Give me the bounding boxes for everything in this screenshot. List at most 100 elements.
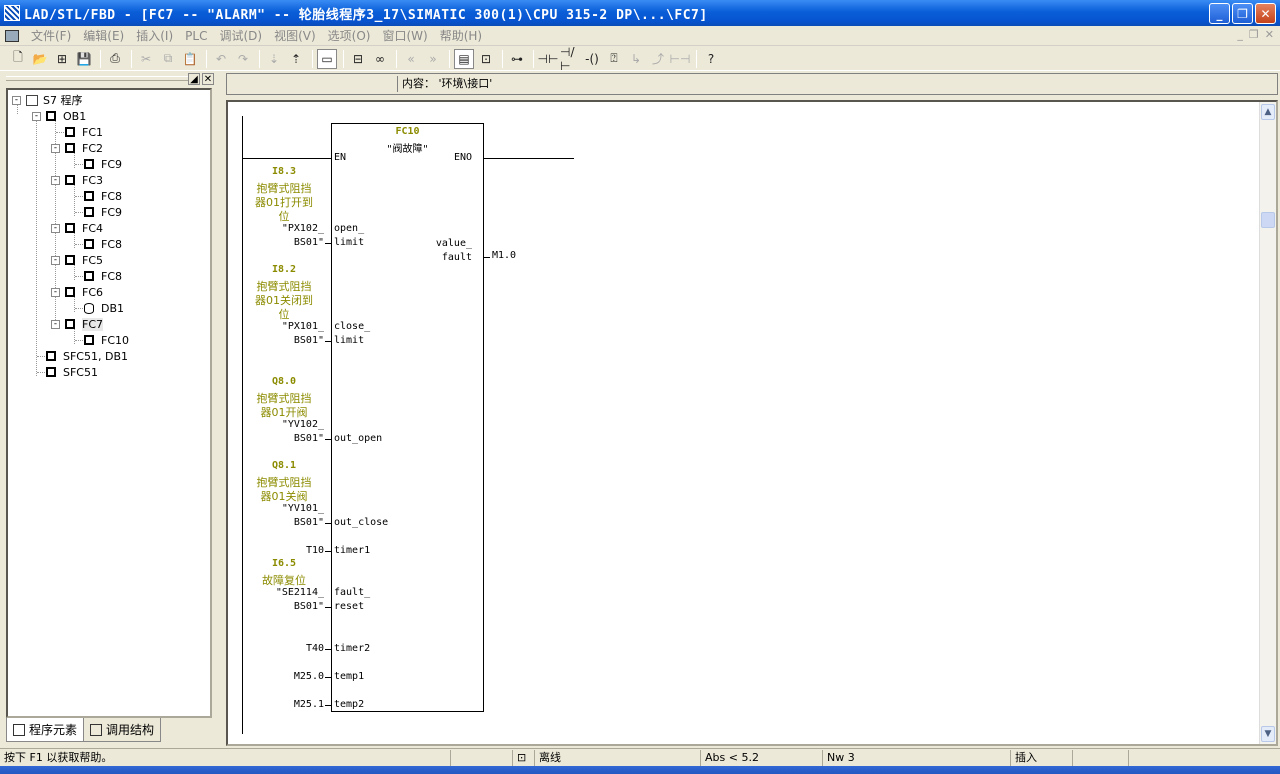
collapse-icon[interactable]: - (51, 319, 60, 329)
panel-grip[interactable] (6, 76, 188, 81)
menu-plc[interactable]: PLC (181, 29, 215, 43)
menu-edit[interactable]: 编辑(E) (79, 27, 132, 44)
upload-icon[interactable]: ⇡ (286, 49, 306, 69)
branch-open-icon[interactable]: ↳ (626, 49, 646, 69)
prev-icon[interactable]: « (401, 49, 421, 69)
pin-en[interactable]: EN (334, 152, 346, 163)
pin-temp2[interactable]: temp2 (334, 698, 364, 712)
collapse-icon[interactable]: - (51, 175, 60, 185)
zoom-icon[interactable]: ⊡ (476, 49, 496, 69)
content-path[interactable]: 内容： '环境\接口' (397, 76, 1247, 92)
tree-item-fc8[interactable]: FC8 (84, 268, 122, 284)
menu-file[interactable]: 文件(F) (27, 27, 79, 44)
pin-temp1[interactable]: temp1 (334, 670, 364, 684)
pin-out-open[interactable]: out_open (334, 432, 382, 446)
input-operand-symbol[interactable]: "PX102_ BS01" (282, 222, 324, 250)
tree-item-fc2[interactable]: - FC2 (51, 140, 103, 156)
tree-item-fc1[interactable]: FC1 (65, 124, 103, 140)
fc10-block[interactable] (331, 123, 484, 712)
input-operand-symbol[interactable]: M25.0 (294, 670, 324, 684)
tree-item-fc7[interactable]: - FC7 (51, 316, 104, 332)
scroll-thumb[interactable] (1261, 212, 1275, 228)
collapse-icon[interactable]: - (51, 143, 60, 153)
download-icon[interactable]: ⇣ (264, 49, 284, 69)
tree-item-fc3[interactable]: - FC3 (51, 172, 103, 188)
pin-close-limit[interactable]: close_ limit (334, 320, 370, 348)
collapse-icon[interactable]: - (32, 111, 41, 121)
input-operand-symbol[interactable]: "YV101_ BS01" (282, 502, 324, 530)
menu-view[interactable]: 视图(V) (270, 27, 324, 44)
menu-window[interactable]: 窗口(W) (378, 27, 435, 44)
input-operand-symbol[interactable]: T40 (306, 642, 324, 656)
collapse-icon[interactable]: - (12, 95, 21, 105)
output-operand[interactable]: M1.0 (492, 250, 516, 261)
tree-item-fc6[interactable]: - FC6 (51, 284, 103, 300)
next-icon[interactable]: » (423, 49, 443, 69)
vertical-scrollbar[interactable]: ▲ ▼ (1259, 102, 1276, 744)
connection-icon[interactable]: ⊢⊣ (670, 49, 691, 69)
close-button[interactable]: ✕ (1255, 3, 1276, 24)
network-icon[interactable]: ⊟ (348, 49, 368, 69)
mdi-restore-button[interactable]: ❐ (1249, 28, 1259, 41)
coil-icon[interactable]: -() (582, 49, 602, 69)
new-icon[interactable]: 🗋 (8, 49, 28, 69)
branch-close-icon[interactable]: ⤴ (648, 49, 668, 69)
pin-value-fault[interactable]: value_ fault (428, 237, 472, 265)
menu-help[interactable]: 帮助(H) (436, 27, 490, 44)
cut-icon[interactable]: ✂ (136, 49, 156, 69)
app-icon[interactable] (4, 5, 20, 21)
scroll-up-icon[interactable]: ▲ (1261, 104, 1275, 120)
collapse-icon[interactable]: - (51, 223, 60, 233)
box-question-icon[interactable]: ⍰ (604, 49, 624, 69)
ladder-editor[interactable]: FC10 "阀故障" EN ENO open_ limit "PX102_ BS01"… (226, 100, 1278, 746)
pin-timer2[interactable]: timer2 (334, 642, 370, 656)
scroll-down-icon[interactable]: ▼ (1261, 726, 1275, 742)
tree-item-fc8[interactable]: FC8 (84, 188, 122, 204)
overview-icon[interactable]: ▭ (317, 48, 337, 69)
collapse-icon[interactable]: - (51, 287, 60, 297)
tab-call-structure[interactable]: 调用结构 (84, 718, 162, 742)
menu-insert[interactable]: 插入(I) (132, 27, 181, 44)
tree-item-fc8[interactable]: FC8 (84, 236, 122, 252)
copy-icon[interactable]: ⧉ (158, 49, 178, 69)
mdi-close-button[interactable]: ✕ (1265, 28, 1274, 41)
nc-contact-icon[interactable]: ⊣/⊢ (560, 45, 580, 73)
open-icon[interactable]: 📂 (30, 49, 50, 69)
tree-item-fc10[interactable]: FC10 (84, 332, 129, 348)
undo-icon[interactable]: ↶ (211, 49, 231, 69)
input-operand-symbol[interactable]: "SE2114_ BS01" (276, 586, 324, 614)
menu-debug[interactable]: 调试(D) (215, 27, 270, 44)
monitor-icon[interactable]: ∞ (370, 49, 390, 69)
minimize-button[interactable]: _ (1209, 3, 1230, 24)
pin-fault-reset[interactable]: fault_ reset (334, 586, 370, 614)
tree-item-fc9[interactable]: FC9 (84, 156, 122, 172)
document-menu-icon[interactable] (5, 29, 19, 42)
restore-button[interactable]: ❐ (1232, 3, 1253, 24)
accessible-nodes-icon[interactable]: ⊞ (52, 49, 72, 69)
tree-item-sfc51[interactable]: SFC51 (46, 364, 98, 380)
pin-eno[interactable]: ENO (444, 152, 472, 163)
tab-program-elements[interactable]: 程序元素 (6, 718, 85, 742)
pin-timer1[interactable]: timer1 (334, 544, 370, 558)
tree-item-db1[interactable]: DB1 (84, 300, 124, 316)
input-operand-symbol[interactable]: "YV102_ BS01" (282, 418, 324, 446)
tree-item-sfc51-db1[interactable]: SFC51, DB1 (46, 348, 128, 364)
input-operand-symbol[interactable]: M25.1 (294, 698, 324, 712)
paste-icon[interactable]: 📋 (180, 49, 200, 69)
box-icon[interactable]: ⊶ (507, 49, 527, 69)
input-operand-symbol[interactable]: T10 (306, 544, 324, 558)
tree-item-root[interactable]: - S7 程序 (12, 92, 82, 108)
tree-item-fc5[interactable]: - FC5 (51, 252, 103, 268)
redo-icon[interactable]: ↷ (233, 49, 253, 69)
program-elements-icon[interactable]: ▤ (454, 48, 474, 69)
tree-item-ob1[interactable]: - OB1 (32, 108, 86, 124)
save-icon[interactable]: 💾 (74, 49, 94, 69)
collapse-icon[interactable]: - (51, 255, 60, 265)
tree-item-fc9[interactable]: FC9 (84, 204, 122, 220)
input-operand-symbol[interactable]: "PX101_ BS01" (282, 320, 324, 348)
no-contact-icon[interactable]: ⊣⊢ (538, 49, 559, 69)
menu-options[interactable]: 选项(O) (324, 27, 379, 44)
tree-item-fc4[interactable]: - FC4 (51, 220, 103, 236)
panel-close-button[interactable]: ✕ (202, 73, 214, 85)
program-tree[interactable]: - S7 程序 - OB1 FC1- FC2 FC9- FC3 FC8 FC9- FC4 FC8-… (6, 88, 212, 718)
